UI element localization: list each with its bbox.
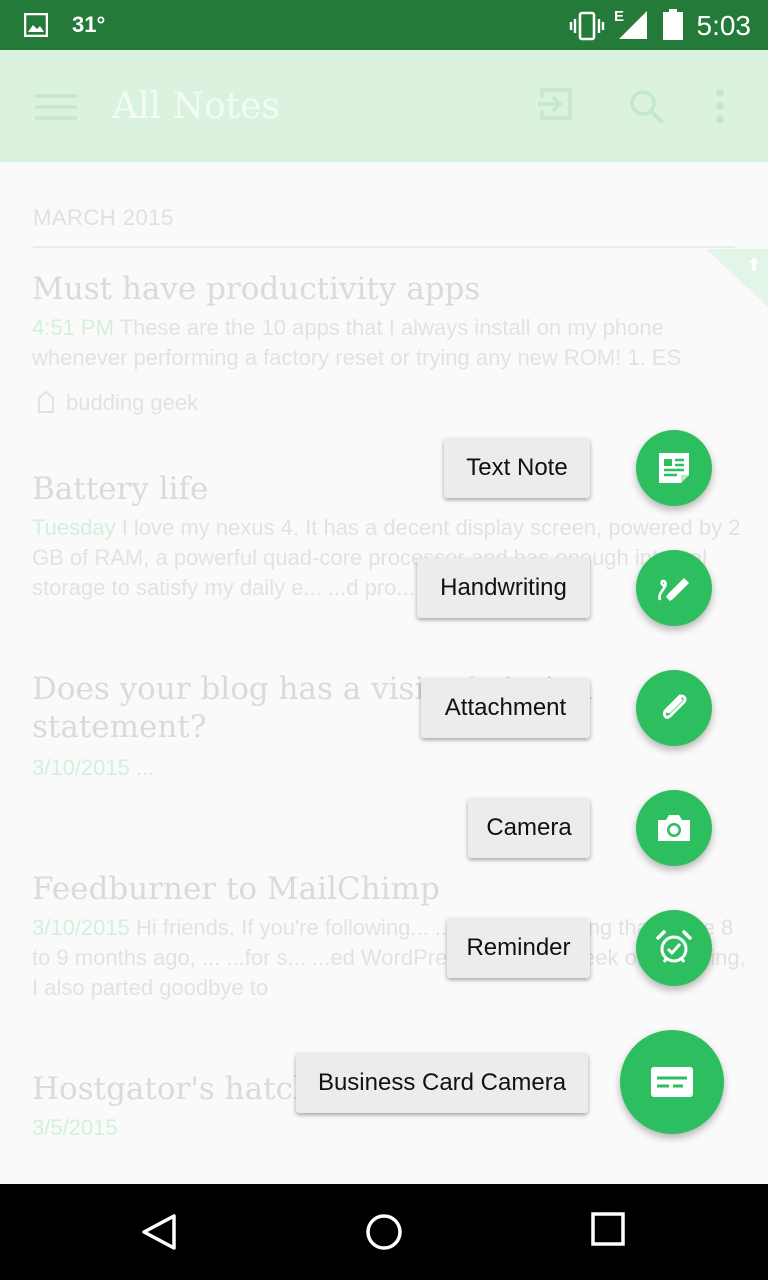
attachment-button[interactable] — [636, 670, 712, 746]
recents-icon[interactable] — [591, 1212, 625, 1246]
note-title: Feedburner to MailChimp — [32, 871, 440, 907]
note-snippet: 3/10/2015 ... — [32, 753, 752, 783]
navigation-bar — [0, 1184, 768, 1280]
note-snippet-text: ... — [129, 755, 155, 780]
divider — [33, 246, 735, 248]
note-tag: budding geek — [66, 390, 199, 415]
home-icon[interactable] — [364, 1212, 404, 1252]
business-card-camera-button[interactable] — [620, 1030, 724, 1134]
search-icon[interactable] — [628, 88, 666, 126]
clock: 5:03 — [696, 10, 752, 41]
handwriting-label[interactable]: Handwriting — [417, 558, 590, 618]
note-date: 3/10/2015 — [32, 755, 130, 780]
tag-icon — [38, 390, 54, 413]
page-title: All Notes — [112, 86, 280, 127]
note-title: Must have productivity apps — [32, 271, 481, 307]
note-snippet-text: These are the 10 apps that I always inst… — [32, 315, 682, 370]
handwriting-button[interactable] — [636, 550, 712, 626]
note-date: 3/10/2015 — [32, 915, 130, 940]
note-date: 4:51 PM — [32, 315, 114, 340]
pinned-corner-icon — [706, 249, 768, 307]
text-note-icon — [659, 453, 689, 483]
menu-icon[interactable] — [35, 94, 77, 120]
camera-icon — [658, 815, 690, 841]
note-date: 3/5/2015 — [32, 1115, 118, 1140]
text-note-button[interactable] — [636, 430, 712, 506]
camera-button[interactable] — [636, 790, 712, 866]
section-header: MARCH 2015 — [33, 205, 174, 230]
handwriting-icon — [658, 578, 689, 601]
status-bar: 31° E 5:03 — [0, 0, 768, 50]
battery-icon — [663, 9, 683, 40]
note-date: Tuesday — [32, 515, 116, 540]
business-card-icon — [651, 1067, 693, 1097]
paperclip-icon — [662, 694, 687, 719]
back-icon[interactable] — [140, 1212, 180, 1252]
reminder-label[interactable]: Reminder — [447, 918, 590, 978]
overflow-menu-icon[interactable] — [714, 88, 726, 124]
note-snippet-text: I love my nexus 4. It has a decent displ… — [32, 515, 741, 600]
text-note-label[interactable]: Text Note — [444, 438, 590, 498]
notes-list: MARCH 2015 Must have productivity apps 4… — [0, 162, 768, 1184]
note-snippet: 4:51 PM These are the 10 apps that I alw… — [32, 313, 752, 373]
sync-icon[interactable] — [538, 86, 574, 122]
signal-icon — [619, 11, 647, 39]
temperature: 31° — [72, 12, 106, 37]
gallery-notification-icon — [24, 13, 48, 37]
note-title: Battery life — [32, 471, 209, 507]
attachment-label[interactable]: Attachment — [421, 678, 590, 738]
app-bar: All Notes — [0, 50, 768, 162]
vibrate-icon — [569, 11, 605, 41]
business-card-camera-label[interactable]: Business Card Camera — [296, 1053, 588, 1113]
reminder-button[interactable] — [636, 910, 712, 986]
camera-label[interactable]: Camera — [468, 798, 590, 858]
alarm-clock-icon — [656, 930, 692, 963]
